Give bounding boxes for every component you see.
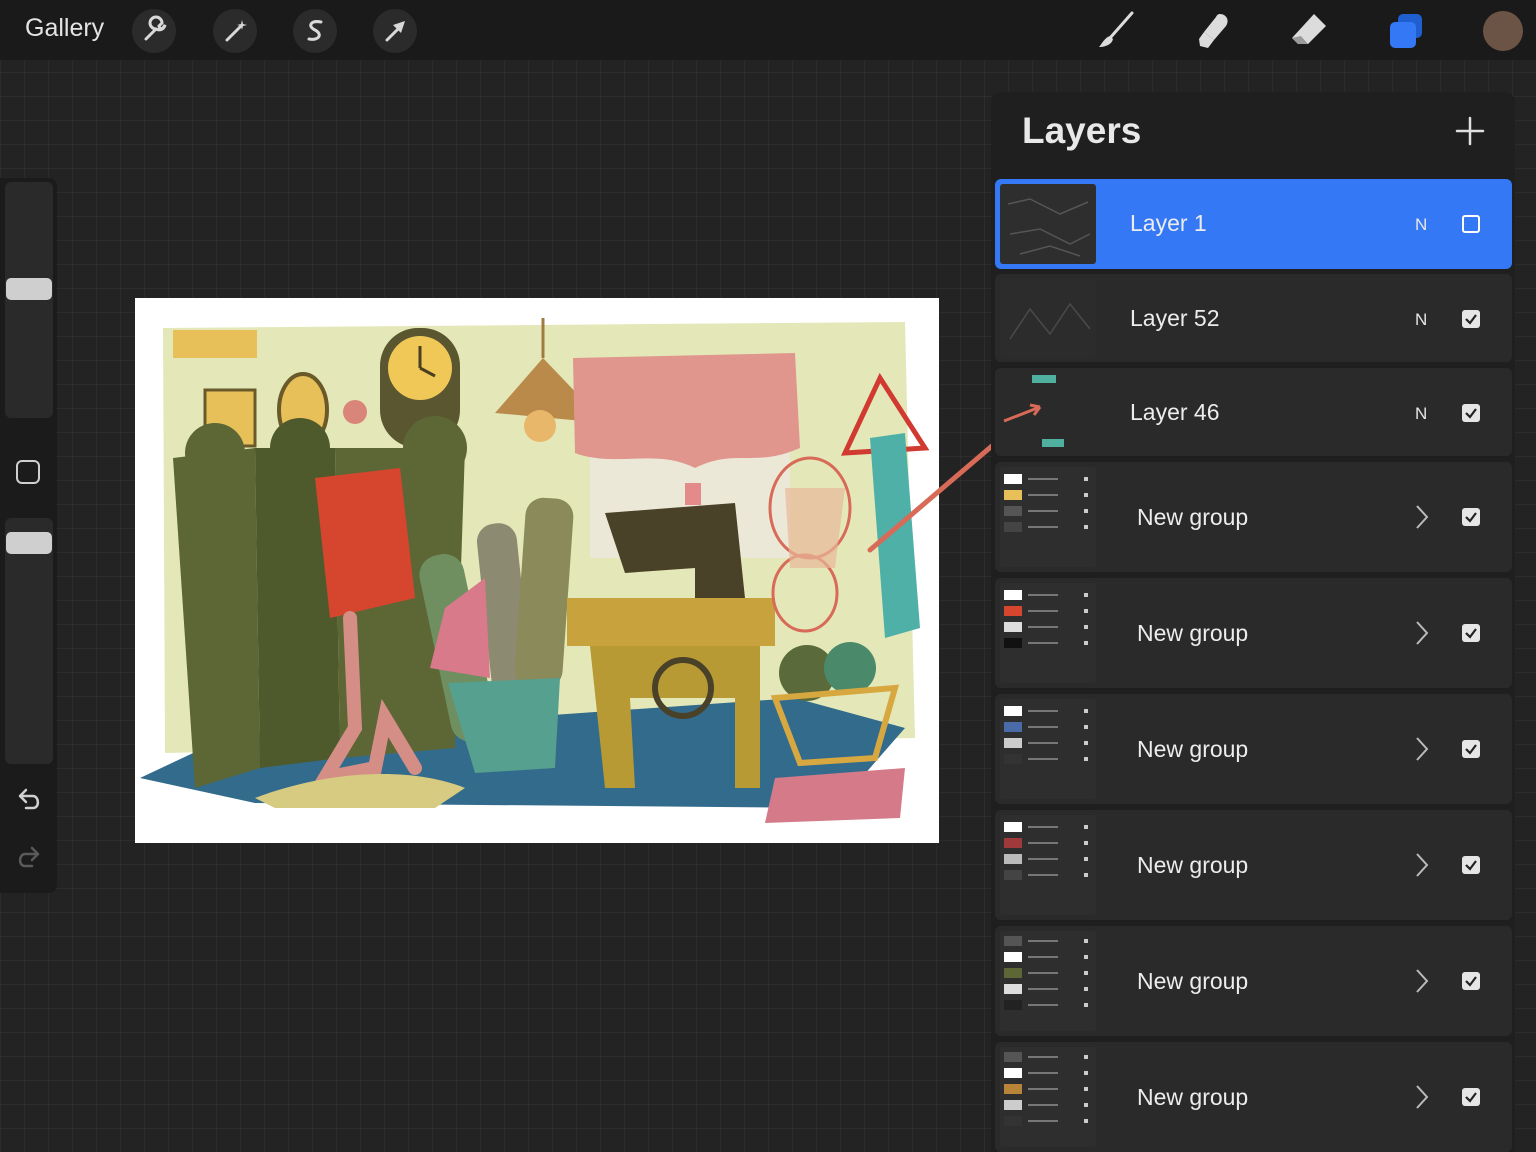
layer-group-row[interactable]: New group [995, 462, 1512, 572]
layer-name: Layer 46 [1130, 399, 1220, 425]
group-name: New group [1137, 504, 1249, 530]
chevron-right-icon[interactable] [1415, 1084, 1429, 1110]
group-name: New group [1137, 1084, 1249, 1110]
group-thumbnail [1000, 583, 1096, 683]
layer-row[interactable]: Layer 46 N [995, 368, 1512, 456]
left-sidebar [0, 178, 57, 893]
layers-title: Layers [1022, 110, 1142, 151]
add-layer-button[interactable] [1453, 114, 1487, 148]
selection-icon[interactable] [293, 9, 337, 53]
chevron-right-icon[interactable] [1415, 968, 1429, 994]
visibility-checkbox[interactable] [1462, 404, 1480, 422]
top-toolbar: Gallery [0, 0, 1536, 60]
artwork-illustration [140, 318, 930, 823]
visibility-checkbox[interactable] [1462, 508, 1480, 526]
brush-icon[interactable] [1094, 8, 1138, 52]
layer-group-row[interactable]: New group [995, 926, 1512, 1036]
group-thumbnail [1000, 815, 1096, 915]
layers-icon[interactable] [1384, 8, 1428, 52]
smudge-icon[interactable] [1190, 8, 1234, 52]
visibility-checkbox[interactable] [1462, 972, 1480, 990]
group-thumbnail [1000, 931, 1096, 1031]
canvas-artwork[interactable] [135, 298, 939, 843]
group-name: New group [1137, 736, 1249, 762]
chevron-right-icon[interactable] [1415, 504, 1429, 530]
group-name: New group [1137, 620, 1249, 646]
layer-group-row[interactable]: New group [995, 1042, 1512, 1152]
visibility-checkbox[interactable] [1462, 740, 1480, 758]
layer-thumbnail [1000, 184, 1096, 264]
blend-mode-button[interactable]: N [1415, 404, 1427, 424]
group-thumbnail [1000, 467, 1096, 567]
group-thumbnail [1000, 699, 1096, 799]
layers-panel: Layers Layer 1 N Layer 52 N Layer 46 N N… [991, 92, 1515, 1152]
eraser-icon[interactable] [1286, 8, 1330, 52]
visibility-checkbox[interactable] [1462, 1088, 1480, 1106]
modify-square-button[interactable] [16, 460, 40, 484]
layer-name: Layer 1 [1130, 210, 1207, 236]
visibility-checkbox[interactable] [1462, 624, 1480, 642]
gallery-button[interactable]: Gallery [25, 14, 104, 43]
layer-group-row[interactable]: New group [995, 694, 1512, 804]
chevron-right-icon[interactable] [1415, 736, 1429, 762]
transform-arrow-icon[interactable] [373, 9, 417, 53]
visibility-checkbox[interactable] [1462, 310, 1480, 328]
brush-size-knob[interactable] [6, 278, 52, 300]
color-swatch[interactable] [1483, 11, 1523, 51]
undo-icon[interactable] [14, 786, 44, 816]
blend-mode-button[interactable]: N [1415, 310, 1427, 330]
opacity-slider[interactable] [5, 518, 53, 764]
layer-row[interactable]: Layer 1 N [995, 179, 1512, 269]
layer-group-row[interactable]: New group [995, 578, 1512, 688]
visibility-checkbox[interactable] [1462, 215, 1480, 233]
layer-name: Layer 52 [1130, 305, 1220, 331]
blend-mode-button[interactable]: N [1415, 215, 1427, 235]
group-thumbnail [1000, 1047, 1096, 1147]
magic-wand-icon[interactable] [213, 9, 257, 53]
chevron-right-icon[interactable] [1415, 852, 1429, 878]
layer-group-row[interactable]: New group [995, 810, 1512, 920]
layer-thumbnail [1000, 373, 1096, 453]
group-name: New group [1137, 852, 1249, 878]
layer-thumbnail [1000, 279, 1096, 359]
wrench-icon[interactable] [132, 9, 176, 53]
group-name: New group [1137, 968, 1249, 994]
layer-row[interactable]: Layer 52 N [995, 274, 1512, 362]
opacity-knob[interactable] [6, 532, 52, 554]
visibility-checkbox[interactable] [1462, 856, 1480, 874]
brush-size-slider[interactable] [5, 182, 53, 418]
chevron-right-icon[interactable] [1415, 620, 1429, 646]
redo-icon[interactable] [14, 844, 44, 874]
